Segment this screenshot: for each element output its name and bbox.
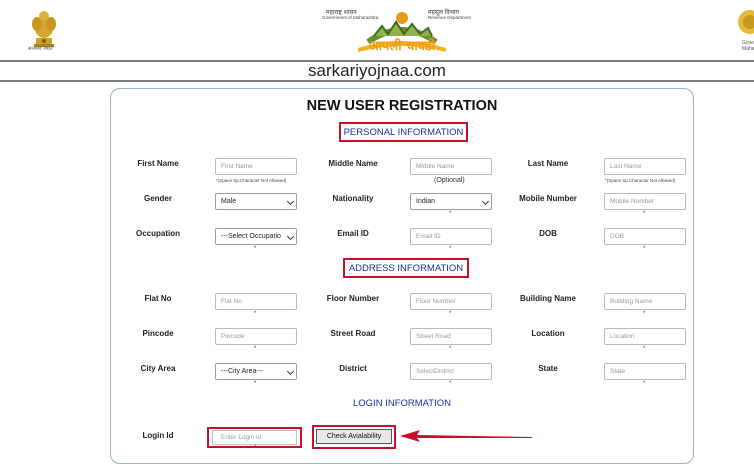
city-area-select-value: ---City Area---: [221, 368, 264, 375]
pointer-arrow-icon: [400, 430, 532, 442]
pincode-input[interactable]: Pincode: [215, 328, 297, 345]
floor-label: Floor Number: [326, 294, 380, 303]
last-name-input[interactable]: Last Name: [604, 158, 686, 175]
email-input[interactable]: Email ID: [410, 228, 492, 245]
gender-label: Gender: [143, 194, 172, 203]
dob-input[interactable]: DOB: [604, 228, 686, 245]
first-name-hint: *(Space Sp.Character Not Allowed): [216, 178, 287, 183]
first-name-input[interactable]: First Name: [215, 158, 297, 175]
last-name-hint: *(Space Sp.Character Not Allowed): [605, 178, 676, 183]
chevron-down-icon: [286, 367, 295, 376]
address-section-title: ADDRESS INFORMATION: [348, 263, 464, 274]
required-mark: *: [643, 311, 646, 317]
form-title: NEW USER REGISTRATION: [306, 98, 498, 114]
nationality-label: Nationality: [332, 194, 374, 203]
city-area-label: City Area: [140, 364, 176, 373]
logo-text: आपली चावडी: [369, 38, 436, 54]
middle-name-input[interactable]: Middle Name: [410, 158, 492, 175]
required-mark: *: [254, 381, 257, 387]
district-label: District: [339, 364, 367, 373]
required-mark: *: [449, 211, 452, 217]
gender-select-value: Male: [221, 198, 237, 205]
chevron-down-icon: [286, 232, 295, 241]
city-area-select[interactable]: ---City Area---: [215, 363, 297, 380]
street-label: Street Road: [330, 329, 376, 338]
gender-select[interactable]: Male: [215, 193, 297, 210]
state-label: State: [538, 364, 558, 373]
mobile-label: Mobile Number: [519, 194, 577, 203]
required-mark: *: [254, 246, 257, 252]
occupation-label: Occupation: [135, 229, 180, 238]
required-mark: *: [643, 346, 646, 352]
flat-label: Flat No: [144, 294, 172, 303]
location-label: Location: [531, 329, 565, 338]
required-mark: *: [254, 346, 257, 352]
required-mark: *: [449, 346, 452, 352]
check-availability-button[interactable]: Check Avialability: [316, 429, 392, 444]
right-caption: Gove Maha: [742, 40, 754, 52]
floor-input[interactable]: Floor Number: [410, 293, 492, 310]
required-mark: *: [449, 381, 452, 387]
login-id-label: Login Id: [142, 431, 174, 440]
chevron-down-icon: [286, 197, 295, 206]
required-mark: *: [643, 381, 646, 387]
middle-name-optional: (Optional): [434, 177, 465, 184]
required-mark: *: [254, 311, 257, 317]
site-header: सत्यमेव जयते आपली चावडी महाराष्ट्र शासन …: [0, 0, 754, 60]
personal-section-title: PERSONAL INFORMATION: [343, 127, 464, 138]
street-input[interactable]: Street Road: [410, 328, 492, 345]
last-name-label: Last Name: [527, 159, 569, 168]
email-label: Email ID: [337, 229, 369, 238]
pincode-label: Pincode: [142, 329, 174, 338]
middle-name-label: Middle Name: [328, 159, 378, 168]
site-name: sarkariyojnaa.com: [308, 61, 446, 80]
nationality-select-value: Indian: [416, 198, 436, 205]
building-label: Building Name: [519, 294, 576, 303]
district-input[interactable]: SelectDistrict: [410, 363, 492, 380]
flat-input[interactable]: Flat No: [215, 293, 297, 310]
building-input[interactable]: Building Name: [604, 293, 686, 310]
required-mark: *: [643, 211, 646, 217]
govt-english: Government of Maharashtra: [322, 15, 379, 20]
occupation-select[interactable]: ---Select Occupatio: [215, 228, 297, 245]
chevron-down-icon: [481, 197, 490, 206]
login-section-title: LOGIN INFORMATION: [353, 398, 451, 409]
state-input[interactable]: State: [604, 363, 686, 380]
occupation-select-value: ---Select Occupatio: [221, 233, 281, 240]
dept-english: Revenue Department: [428, 15, 471, 20]
location-input[interactable]: Location: [604, 328, 686, 345]
emblem-caption: सत्यमेव जयते: [28, 46, 53, 52]
divider-bottom: [0, 80, 754, 82]
required-mark: *: [449, 246, 452, 252]
required-mark: *: [643, 246, 646, 252]
required-mark: *: [254, 445, 257, 451]
login-id-input[interactable]: Enter Login Id: [212, 430, 297, 445]
mobile-input[interactable]: Mobile Number: [604, 193, 686, 210]
nationality-select[interactable]: Indian: [410, 193, 492, 210]
dob-label: DOB: [539, 229, 557, 238]
first-name-label: First Name: [137, 159, 179, 168]
required-mark: *: [449, 311, 452, 317]
